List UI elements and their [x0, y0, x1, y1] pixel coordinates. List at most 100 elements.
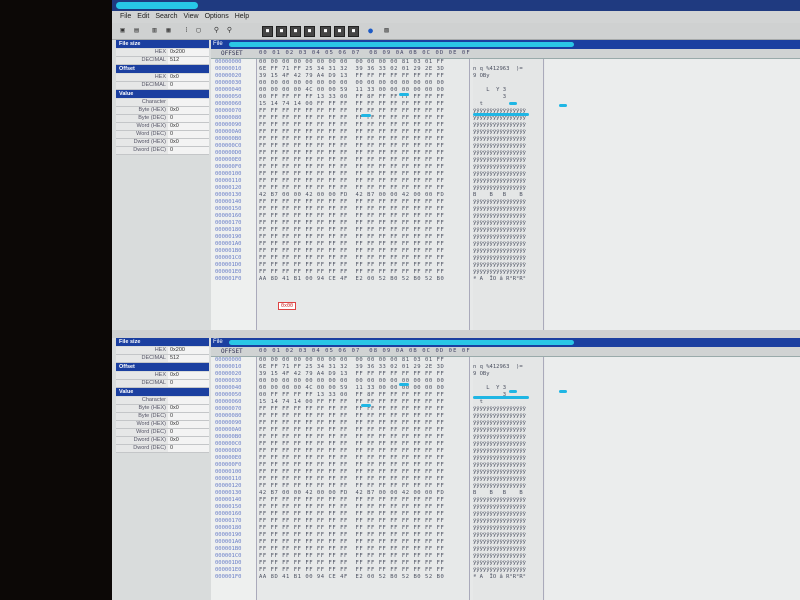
ascii-row[interactable]: ª A ÎO â R°R°R° — [473, 574, 543, 581]
hex-row[interactable]: FF FF FF FF FF FF FF FF FF FF FF FF FF F… — [259, 185, 469, 192]
hex-row[interactable]: FF FF FF FF FF FF FF FF FF FF FF FF FF F… — [259, 469, 469, 476]
hex-row[interactable]: FF FF FF FF FF FF FF FF FF FF FF FF FF F… — [259, 497, 469, 504]
ascii-row[interactable]: ÿÿÿÿÿÿÿÿÿÿÿÿÿÿÿÿ — [473, 262, 543, 269]
hex-row[interactable]: FF FF FF FF FF FF FF FF FF FF FF FF FF F… — [259, 406, 469, 413]
hex-row[interactable]: FF FF FF FF FF FF FF FF FF FF FF FF FF F… — [259, 213, 469, 220]
pane-divider[interactable] — [112, 330, 800, 338]
copy-icon[interactable]: ▢ — [194, 26, 203, 35]
ascii-row[interactable]: ÿÿÿÿÿÿÿÿÿÿÿÿÿÿÿÿ — [473, 234, 543, 241]
info-value[interactable]: 0x0 — [168, 107, 209, 114]
new-file-icon[interactable]: ▣ — [118, 26, 127, 35]
menu-help[interactable]: Help — [235, 11, 249, 23]
hex-row[interactable]: AA 8D 41 B1 00 94 CE 4F E2 00 52 B0 52 B… — [259, 276, 469, 283]
ascii-row[interactable]: ÿÿÿÿÿÿÿÿÿÿÿÿÿÿÿÿ — [473, 553, 543, 560]
ascii-row[interactable]: ª A ÎO â R°R°R° — [473, 276, 543, 283]
info-value[interactable]: 512 — [168, 57, 209, 64]
ascii-row[interactable]: ÿÿÿÿÿÿÿÿÿÿÿÿÿÿÿÿ — [473, 248, 543, 255]
info-value[interactable]: 0x0 — [168, 437, 209, 444]
ascii-row[interactable]: ÿÿÿÿÿÿÿÿÿÿÿÿÿÿÿÿ — [473, 434, 543, 441]
ascii-row[interactable]: ÿÿÿÿÿÿÿÿÿÿÿÿÿÿÿÿ — [473, 518, 543, 525]
ascii-row[interactable]: ÿÿÿÿÿÿÿÿÿÿÿÿÿÿÿÿ — [473, 532, 543, 539]
hex-row[interactable]: FF FF FF FF FF FF FF FF FF FF FF FF FF F… — [259, 129, 469, 136]
hex-row[interactable]: FF FF FF FF FF FF FF FF FF FF FF FF FF F… — [259, 171, 469, 178]
hex-row[interactable]: FF FF FF FF FF FF FF FF FF FF FF FF FF F… — [259, 462, 469, 469]
hex-row[interactable]: 39 15 4F 42 79 A4 D9 13 FF FF FF FF FF F… — [259, 73, 469, 80]
ascii-row[interactable]: B B B B — [473, 490, 543, 497]
info-value[interactable]: 0 — [168, 429, 209, 436]
info-value[interactable]: 0x200 — [168, 49, 209, 56]
ascii-row[interactable]: t — [473, 101, 543, 108]
hex-row[interactable]: FF FF FF FF FF FF FF FF FF FF FF FF FF F… — [259, 199, 469, 206]
hex-row[interactable]: FF FF FF FF FF FF FF FF FF FF FF FF FF F… — [259, 220, 469, 227]
hex-row[interactable]: FF FF FF FF FF FF FF FF FF FF FF FF FF F… — [259, 518, 469, 525]
ascii-row[interactable]: ÿÿÿÿÿÿÿÿÿÿÿÿÿÿÿÿ — [473, 462, 543, 469]
menu-search[interactable]: Search — [155, 11, 177, 23]
menu-options[interactable]: Options — [205, 11, 229, 23]
ascii-row[interactable]: ÿÿÿÿÿÿÿÿÿÿÿÿÿÿÿÿ — [473, 448, 543, 455]
ascii-row[interactable] — [473, 59, 543, 66]
hex-row[interactable]: AA 8D 41 B1 00 94 CE 4F E2 00 52 B0 52 B… — [259, 574, 469, 581]
ascii-row[interactable]: ÿÿÿÿÿÿÿÿÿÿÿÿÿÿÿÿ — [473, 129, 543, 136]
hex-row[interactable]: 00 FF FF FF FF 13 33 00 FF 8F FF FF FF F… — [259, 94, 469, 101]
ascii-row[interactable]: B B B B — [473, 192, 543, 199]
ascii-row[interactable]: ÿÿÿÿÿÿÿÿÿÿÿÿÿÿÿÿ — [473, 413, 543, 420]
ascii-row[interactable]: ÿÿÿÿÿÿÿÿÿÿÿÿÿÿÿÿ — [473, 199, 543, 206]
hex-row[interactable]: 00 00 00 00 4C 00 00 59 11 33 00 00 00 0… — [259, 385, 469, 392]
ascii-row[interactable]: ÿÿÿÿÿÿÿÿÿÿÿÿÿÿÿÿ — [473, 227, 543, 234]
hex-row[interactable]: 42 B7 00 00 42 00 00 FD 42 B7 00 00 42 0… — [259, 192, 469, 199]
hex-row[interactable]: 00 00 00 00 00 00 00 00 00 00 00 00 00 0… — [259, 378, 469, 385]
menu-file[interactable]: File — [120, 11, 131, 23]
ascii-row[interactable]: n q %412963 )= — [473, 364, 543, 371]
ascii-row[interactable]: ÿÿÿÿÿÿÿÿÿÿÿÿÿÿÿÿ — [473, 476, 543, 483]
info-value[interactable]: 0x0 — [168, 405, 209, 412]
ascii-row[interactable]: ÿÿÿÿÿÿÿÿÿÿÿÿÿÿÿÿ — [473, 220, 543, 227]
hex-row[interactable]: 00 FF FF FF FF 13 33 00 FF 8F FF FF FF F… — [259, 392, 469, 399]
ascii-row[interactable]: ÿÿÿÿÿÿÿÿÿÿÿÿÿÿÿÿ — [473, 178, 543, 185]
hex-row[interactable]: FF FF FF FF FF FF FF FF FF FF FF FF FF F… — [259, 269, 469, 276]
hex-row[interactable]: 6E FF 71 FF 25 34 31 32 39 36 33 02 01 2… — [259, 364, 469, 371]
hex-row[interactable]: FF FF FF FF FF FF FF FF FF FF FF FF FF F… — [259, 532, 469, 539]
tool-2-icon[interactable]: ■ — [276, 26, 287, 37]
cut-icon[interactable]: ⁞ — [182, 26, 191, 35]
menu-view[interactable]: View — [184, 11, 199, 23]
tool-5-icon[interactable]: ■ — [320, 26, 331, 37]
hex-row[interactable]: FF FF FF FF FF FF FF FF FF FF FF FF FF F… — [259, 227, 469, 234]
ascii-row[interactable]: ÿÿÿÿÿÿÿÿÿÿÿÿÿÿÿÿ — [473, 420, 543, 427]
ascii-row[interactable]: n q %412963 )= — [473, 66, 543, 73]
hex-row[interactable]: FF FF FF FF FF FF FF FF FF FF FF FF FF F… — [259, 504, 469, 511]
ascii-row[interactable]: L Y 3 — [473, 87, 543, 94]
ascii-row[interactable]: ÿÿÿÿÿÿÿÿÿÿÿÿÿÿÿÿ — [473, 164, 543, 171]
hex-row[interactable]: FF FF FF FF FF FF FF FF FF FF FF FF FF F… — [259, 441, 469, 448]
info-value[interactable]: 0 — [168, 380, 209, 387]
ascii-row[interactable]: 9 OBy — [473, 73, 543, 80]
hex-row[interactable]: 00 00 00 00 4C 00 00 59 11 33 00 00 00 0… — [259, 87, 469, 94]
hex-row[interactable]: FF FF FF FF FF FF FF FF FF FF FF FF FF F… — [259, 455, 469, 462]
hex-row[interactable]: FF FF FF FF FF FF FF FF FF FF FF FF FF F… — [259, 122, 469, 129]
info-value[interactable]: 0x0 — [168, 139, 209, 146]
ascii-row[interactable]: t — [473, 399, 543, 406]
ascii-column[interactable]: n q %412963 )= 9 OBy L Y 3 3 t ÿÿÿÿÿÿÿÿÿÿ… — [473, 59, 544, 330]
ascii-row[interactable]: ÿÿÿÿÿÿÿÿÿÿÿÿÿÿÿÿ — [473, 469, 543, 476]
hex-row[interactable]: 00 00 00 00 00 00 00 00 00 00 00 00 81 0… — [259, 357, 469, 364]
ascii-row[interactable]: ÿÿÿÿÿÿÿÿÿÿÿÿÿÿÿÿ — [473, 255, 543, 262]
hex-row[interactable]: FF FF FF FF FF FF FF FF FF FF FF FF FF F… — [259, 136, 469, 143]
hex-row[interactable]: FF FF FF FF FF FF FF FF FF FF FF FF FF F… — [259, 206, 469, 213]
ascii-row[interactable]: ÿÿÿÿÿÿÿÿÿÿÿÿÿÿÿÿ — [473, 185, 543, 192]
ascii-row[interactable]: ÿÿÿÿÿÿÿÿÿÿÿÿÿÿÿÿ — [473, 115, 543, 122]
ascii-row[interactable]: ÿÿÿÿÿÿÿÿÿÿÿÿÿÿÿÿ — [473, 269, 543, 276]
hex-row[interactable]: FF FF FF FF FF FF FF FF FF FF FF FF FF F… — [259, 150, 469, 157]
ascii-row[interactable]: ÿÿÿÿÿÿÿÿÿÿÿÿÿÿÿÿ — [473, 455, 543, 462]
hex-row[interactable]: FF FF FF FF FF FF FF FF FF FF FF FF FF F… — [259, 476, 469, 483]
ascii-row[interactable] — [473, 80, 543, 87]
ascii-row[interactable]: ÿÿÿÿÿÿÿÿÿÿÿÿÿÿÿÿ — [473, 483, 543, 490]
hex-row[interactable]: 15 14 74 14 00 FF FF FF FF FF FF FF FF F… — [259, 101, 469, 108]
ascii-row[interactable]: ÿÿÿÿÿÿÿÿÿÿÿÿÿÿÿÿ — [473, 406, 543, 413]
save-all-icon[interactable]: ▦ — [164, 26, 173, 35]
info-value[interactable]: 0 — [168, 131, 209, 138]
hex-row[interactable]: FF FF FF FF FF FF FF FF FF FF FF FF FF F… — [259, 248, 469, 255]
info-value[interactable]: 512 — [168, 355, 209, 362]
ascii-row[interactable]: ÿÿÿÿÿÿÿÿÿÿÿÿÿÿÿÿ — [473, 546, 543, 553]
hex-row[interactable]: 00 00 00 00 00 00 00 00 00 00 00 00 81 0… — [259, 59, 469, 66]
ascii-row[interactable]: ÿÿÿÿÿÿÿÿÿÿÿÿÿÿÿÿ — [473, 441, 543, 448]
hex-row[interactable]: FF FF FF FF FF FF FF FF FF FF FF FF FF F… — [259, 413, 469, 420]
